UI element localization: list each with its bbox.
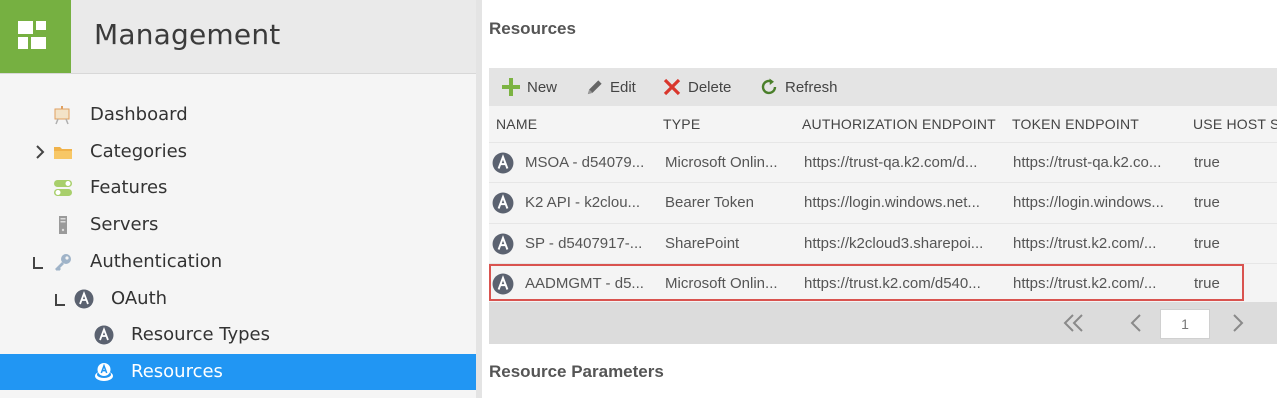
cell-use-host: true [1194, 235, 1220, 252]
toggles-icon [54, 180, 72, 196]
nav-item-authentication[interactable]: Authentication [0, 244, 476, 280]
column-header-authorization-endpoint[interactable]: AUTHORIZATION ENDPOINT [802, 116, 996, 132]
content-pane: Resources New Edit Delete Refresh NAME T… [482, 0, 1277, 398]
edit-button-label: Edit [610, 78, 636, 96]
refresh-button-label: Refresh [785, 78, 838, 96]
table-row[interactable]: K2 API - k2clou... Bearer Token https://… [489, 182, 1277, 222]
oauth-icon [492, 233, 514, 255]
nav-item-resource-types[interactable]: Resource Types [0, 317, 476, 353]
page-number-input[interactable]: 1 [1160, 309, 1210, 339]
nav-label-resource-types: Resource Types [131, 324, 270, 345]
app-header: Management [0, 0, 476, 73]
pencil-icon [587, 79, 602, 94]
nav-label-categories: Categories [90, 141, 188, 162]
delete-button[interactable]: Delete [662, 68, 731, 106]
cell-use-host: true [1194, 194, 1220, 211]
key-icon [55, 254, 71, 271]
cell-authorization-endpoint: https://login.windows.net... [804, 194, 980, 211]
cell-name: SP - d5407917-... [525, 235, 643, 252]
grid-pager: 1 [489, 302, 1277, 344]
resources-title: Resources [489, 19, 576, 38]
new-button-label: New [527, 78, 558, 96]
edit-button[interactable]: Edit [585, 68, 636, 106]
easel-icon [54, 106, 70, 125]
oauth-icon [74, 289, 94, 309]
delete-x-icon [663, 78, 681, 96]
column-header-authorization-endpoint-clip: AUTHORIZATION ENDPOINT [802, 106, 996, 140]
cell-authorization-endpoint: https://k2cloud3.sharepoi... [804, 235, 984, 252]
oauth-icon [492, 192, 514, 214]
nav-item-dashboard[interactable]: Dashboard [0, 97, 476, 133]
cell-type: Bearer Token [665, 194, 754, 211]
refresh-icon [761, 78, 777, 95]
nav-item-categories[interactable]: Categories [0, 134, 476, 170]
chevron-right-icon[interactable] [33, 143, 47, 161]
nav-item-features[interactable]: Features [0, 170, 476, 206]
grid-toolbar: New Edit Delete Refresh [489, 68, 1277, 106]
nav-label-resources: Resources [131, 361, 223, 382]
new-button[interactable]: New [501, 68, 557, 106]
resources-grid: New Edit Delete Refresh NAME TYPE AUTHOR… [489, 68, 1277, 344]
header-divider [0, 73, 476, 74]
cell-token-endpoint: https://login.windows... [1013, 194, 1164, 211]
oauth-icon [492, 152, 514, 174]
delete-button-label: Delete [688, 78, 732, 96]
server-icon [59, 216, 67, 234]
column-header-use-host[interactable]: USE HOST SE [1193, 116, 1277, 132]
table-row[interactable]: SP - d5407917-... SharePoint https://k2c… [489, 223, 1277, 263]
oauth-icon [94, 325, 114, 345]
app-title: Management [94, 18, 281, 51]
nav-item-resources[interactable]: Resources [0, 354, 476, 390]
next-page-icon[interactable] [1231, 313, 1245, 333]
cell-type: SharePoint [665, 235, 740, 252]
refresh-button[interactable]: Refresh [759, 68, 838, 106]
cell-name: K2 API - k2clou... [525, 194, 641, 211]
row-highlight-box [489, 264, 1244, 301]
plus-icon [502, 78, 520, 96]
folder-icon [54, 147, 72, 159]
cell-use-host: true [1194, 154, 1220, 171]
nav-label-oauth: OAuth [111, 288, 168, 309]
app-logo[interactable] [0, 0, 71, 73]
cell-authorization-endpoint: https://trust-qa.k2.com/d... [804, 154, 978, 171]
left-pane: Management Dashboard Categories Features… [0, 0, 476, 398]
nav-label-authentication: Authentication [90, 251, 223, 272]
cell-type: Microsoft Onlin... [665, 154, 778, 171]
table-row[interactable]: MSOA - d54079... Microsoft Onlin... http… [489, 142, 1277, 182]
first-page-icon[interactable] [1062, 313, 1086, 333]
expanded-toggle-icon[interactable] [31, 253, 45, 271]
resource-stack-icon [95, 363, 113, 381]
resource-parameters-title: Resource Parameters [489, 362, 664, 381]
expanded-toggle-icon[interactable] [53, 290, 67, 308]
nav-item-oauth[interactable]: OAuth [0, 281, 476, 317]
nav-label-dashboard: Dashboard [90, 104, 188, 125]
column-header-use-host-clip: USE HOST SE [1193, 106, 1277, 140]
previous-page-icon[interactable] [1129, 313, 1143, 333]
cell-name: MSOA - d54079... [525, 154, 645, 171]
cell-token-endpoint: https://trust-qa.k2.co... [1013, 154, 1162, 171]
column-header-token-endpoint[interactable]: TOKEN ENDPOINT [1012, 116, 1139, 132]
column-header-type[interactable]: TYPE [663, 116, 700, 132]
nav-label-servers: Servers [90, 214, 159, 235]
nav-item-servers[interactable]: Servers [0, 207, 476, 243]
nav-label-features: Features [90, 177, 168, 198]
cell-token-endpoint: https://trust.k2.com/... [1013, 235, 1157, 252]
grid-icon [18, 21, 46, 49]
column-header-name[interactable]: NAME [496, 116, 537, 132]
